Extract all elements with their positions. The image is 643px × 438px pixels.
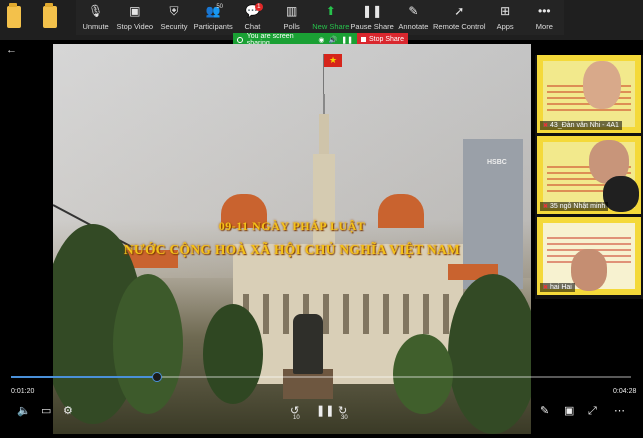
participant-video: [571, 249, 607, 291]
progress-bar[interactable]: [11, 372, 631, 382]
video-title-line1: 09-11 NGÀY PHÁP LUẬT: [218, 219, 366, 233]
pause-icon[interactable]: ❚❚: [341, 36, 353, 44]
stop-video-button[interactable]: ▣ Stop Video: [115, 0, 154, 35]
stop-icon: [360, 37, 366, 42]
miniplayer-icon[interactable]: ▣: [564, 404, 574, 418]
more-dots-icon[interactable]: ⋯: [614, 404, 625, 418]
microphone-muted-icon: 🎙: [87, 4, 104, 18]
video-title-line2: NƯỚC CỘNG HOÀ XÃ HỘI CHỦ NGHĨA VIỆT NAM: [123, 242, 461, 257]
more-button[interactable]: ••• More: [525, 0, 564, 35]
polls-button[interactable]: ▥ Polls: [272, 0, 311, 35]
total-time: 0:04:28: [613, 388, 637, 395]
audio-icon[interactable]: ◉: [318, 36, 324, 44]
clock-tower: [313, 154, 335, 254]
flag-star-icon: ★: [329, 55, 338, 65]
fullscreen-icon[interactable]: ⤢: [588, 404, 597, 418]
bar-chart-icon: ▥: [285, 4, 298, 18]
security-button[interactable]: ⛨ Security: [154, 0, 193, 35]
folder-icon[interactable]: [43, 3, 57, 28]
progress-fill: [11, 376, 157, 378]
pause-share-button[interactable]: ❚❚ Pause Share: [350, 0, 393, 35]
sharing-status-icon: [237, 36, 243, 43]
back-arrow-icon[interactable]: ←: [6, 44, 17, 56]
volume-icon[interactable]: 🔊: [329, 36, 338, 44]
volume-icon[interactable]: 🔈: [17, 404, 31, 418]
participant-name: ✖ 43_Đàn văn Nhi - 4A1: [540, 121, 622, 130]
mic-muted-icon: ✖: [543, 204, 549, 210]
hsbc-sign: HSBC: [487, 159, 507, 166]
meeting-toolbar: 🎙 Unmute ▣ Stop Video ⛨ Security 👥 50 Pa…: [76, 0, 564, 35]
new-share-button[interactable]: ⬆ New Share: [311, 0, 350, 35]
video-camera-icon: ▣: [129, 4, 141, 18]
apps-grid-icon: ⊞: [500, 4, 511, 18]
participants-video-panel: ✖ 43_Đàn văn Nhi - 4A1 ✖ 35 ngô Nhật minh …: [535, 55, 643, 299]
participant-tile[interactable]: ✖ hai Hai: [537, 217, 641, 295]
progress-thumb[interactable]: [151, 372, 162, 382]
participants-button[interactable]: 👥 50 Participants: [194, 0, 233, 35]
skip-back-button[interactable]: ↺ 10: [290, 404, 304, 421]
shield-icon: ⛨: [169, 4, 179, 18]
settings-icon[interactable]: ⚙: [63, 404, 73, 418]
more-dots-icon: •••: [538, 4, 551, 18]
annotate-button[interactable]: ✎ Annotate: [394, 0, 433, 35]
chat-button[interactable]: 💬 1 Chat: [233, 0, 272, 35]
mic-muted-icon: ✖: [543, 123, 549, 129]
participant-video: [583, 61, 621, 109]
chat-badge: 1: [254, 3, 263, 11]
remote-control-button[interactable]: ➚ Remote Control: [433, 0, 486, 35]
mic-muted-icon: ✖: [543, 285, 549, 291]
participants-count: 50: [216, 4, 224, 10]
statue: [293, 314, 323, 374]
unmute-button[interactable]: 🎙 Unmute: [76, 0, 115, 35]
folder-icon[interactable]: [7, 3, 21, 28]
pause-icon: ❚❚: [362, 4, 383, 18]
participant-name: ✖ 35 ngô Nhật minh: [540, 202, 609, 211]
participant-name: ✖ hai Hai: [540, 283, 575, 292]
pencil-icon[interactable]: ✎: [540, 404, 549, 418]
pencil-icon: ✎: [408, 4, 419, 18]
skip-forward-button[interactable]: ↻ 30: [338, 404, 352, 421]
apps-button[interactable]: ⊞ Apps: [486, 0, 525, 35]
subtitles-icon[interactable]: ▭: [41, 404, 51, 418]
participant-tile[interactable]: ✖ 43_Đàn văn Nhi - 4A1: [537, 55, 641, 133]
pause-button[interactable]: ❚❚: [316, 404, 334, 418]
participant-tile[interactable]: ✖ 35 ngô Nhật minh: [537, 136, 641, 214]
elapsed-time: 0:01:20: [11, 388, 35, 395]
share-arrow-icon: ⬆: [325, 4, 336, 18]
cursor-icon: ➚: [454, 4, 465, 18]
